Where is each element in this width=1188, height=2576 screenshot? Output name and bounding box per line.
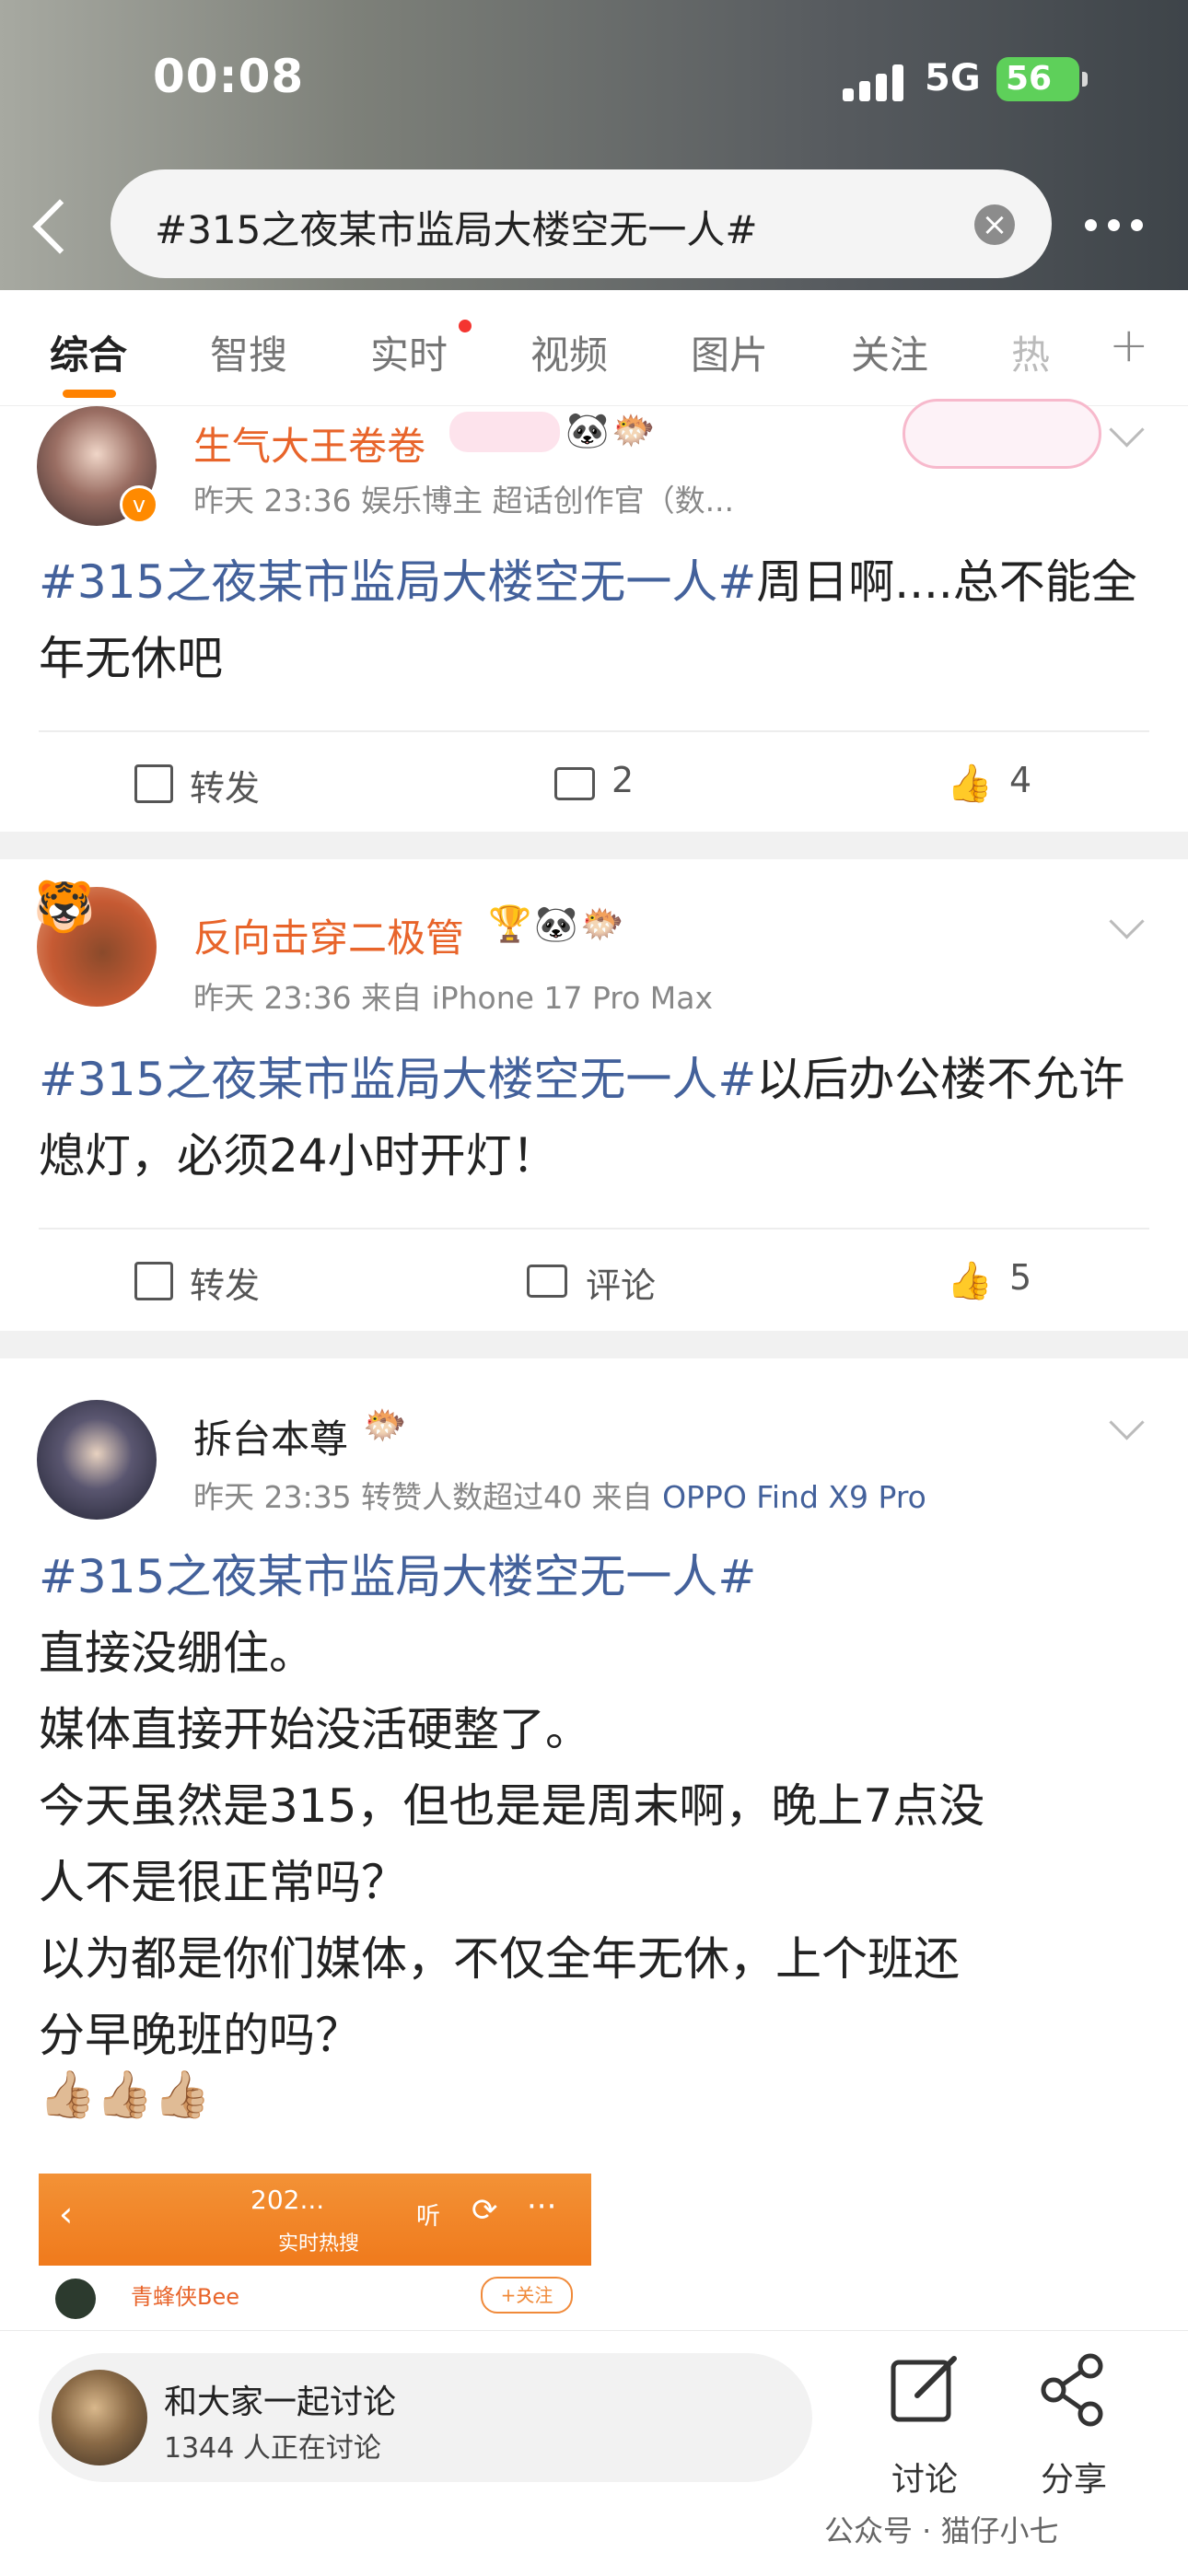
tab-comprehensive[interactable]: 综合	[50, 324, 127, 380]
like-icon[interactable]: 👍	[947, 1259, 993, 1302]
repost-icon[interactable]	[134, 1262, 173, 1300]
embed-subtitle: 实时热搜	[278, 2232, 360, 2255]
topic-link[interactable]: #315之夜某市监局大楼空无一人#	[39, 555, 756, 609]
tab-realtime[interactable]: 实时	[370, 324, 448, 380]
battery-icon: 56	[996, 57, 1088, 101]
topic-link[interactable]: #315之夜某市监局大楼空无一人#	[39, 1053, 756, 1106]
comment-icon[interactable]	[527, 1265, 567, 1298]
feed-separator	[0, 832, 1188, 859]
embed-follow-button: +关注	[481, 2277, 573, 2314]
username[interactable]: 拆台本尊	[193, 1408, 348, 1464]
search-query: #315之夜某市监局大楼空无一人#	[155, 207, 758, 252]
feed-separator	[0, 1331, 1188, 1358]
signal-icon	[843, 63, 909, 101]
repost-icon[interactable]	[134, 764, 173, 803]
vip-badge-icon: 🏆	[488, 903, 532, 944]
tab-smart-search[interactable]: 智搜	[210, 324, 287, 380]
chevron-down-icon[interactable]	[1109, 903, 1145, 939]
tab-following[interactable]: 关注	[851, 324, 928, 380]
comment-icon[interactable]	[554, 767, 595, 800]
decoration-cloud-icon	[903, 399, 1101, 469]
like-count[interactable]: 4	[1009, 760, 1031, 800]
post-text: #315之夜某市监局大楼空无一人#周日啊....总不能全年无休吧	[39, 544, 1153, 697]
add-tab-icon[interactable]: +	[1109, 318, 1149, 373]
embed-row: 青蜂侠Bee +关注	[39, 2266, 591, 2330]
join-discussion-button[interactable]: 和大家一起讨论 1344 人正在讨论	[39, 2353, 812, 2482]
post-card[interactable]: v 生气大王卷卷 🐼 🐡 昨天 23:36 娱乐博主 超话创作官（数... #3…	[0, 399, 1188, 830]
discussion-avatar	[52, 2370, 147, 2465]
post-time: 昨天 23:35 转赞人数超过40 来自	[193, 1479, 663, 1515]
post-line: 分早晚班的吗？	[39, 2009, 361, 2062]
post-line: 媒体直接开始没活硬整了。	[39, 1703, 591, 1756]
avatar[interactable]	[37, 1400, 157, 1520]
tab-hot[interactable]: 热	[1011, 324, 1050, 380]
like-count[interactable]: 5	[1009, 1257, 1031, 1298]
embed-username: 青蜂侠Bee	[131, 2284, 239, 2310]
active-tab-indicator	[63, 390, 116, 398]
bottom-bar: 和大家一起讨论 1344 人正在讨论 讨论 分享 公众号 · 猫仔小七	[0, 2330, 1188, 2576]
watermark: 公众号 · 猫仔小七	[824, 2513, 1059, 2548]
like-icon[interactable]: 👍	[947, 762, 993, 805]
puffer-fish-icon: 🐡	[363, 1405, 407, 1445]
fan-badge-icon	[449, 412, 560, 452]
post-line: 今天虽然是315，但也是是周末啊，晚上7点没	[39, 1779, 985, 1833]
post-time: 昨天 23:36 来自	[193, 980, 432, 1016]
chevron-down-icon[interactable]	[1109, 1405, 1145, 1440]
comment-label[interactable]: 评论	[586, 1257, 656, 1308]
repost-label[interactable]: 转发	[190, 760, 260, 810]
embed-more-icon: ···	[527, 2188, 557, 2225]
discussion-title: 和大家一起讨论	[164, 2384, 397, 2421]
post-meta: 昨天 23:36 来自 iPhone 17 Pro Max	[193, 973, 713, 1018]
panda-icon: 🐼	[565, 410, 610, 450]
discussion-count: 1344 人正在讨论	[164, 2432, 381, 2465]
status-time: 00:08	[153, 50, 305, 103]
tab-bar: 综合 智搜 实时 视频 图片 关注 热 +	[0, 290, 1188, 406]
puffer-fish-icon: 🐡	[580, 903, 624, 944]
puffer-fish-icon: 🐡	[611, 410, 656, 450]
embed-back-icon: ‹	[59, 2194, 74, 2234]
network-type: 5G	[925, 57, 981, 99]
panda-icon: 🐼	[534, 903, 578, 944]
chevron-down-icon[interactable]	[1109, 412, 1145, 448]
post-meta: 昨天 23:35 转赞人数超过40 来自 OPPO Find X9 Pro	[193, 1473, 926, 1517]
edit-icon	[891, 2356, 957, 2422]
device-link[interactable]: OPPO Find X9 Pro	[662, 1479, 926, 1515]
tab-images[interactable]: 图片	[691, 324, 768, 380]
verified-badge-icon: v	[120, 485, 158, 524]
battery-level: 56	[1006, 60, 1053, 98]
post-text: #315之夜某市监局大楼空无一人#以后办公楼不允许熄灯，必须24小时开灯！	[39, 1042, 1153, 1195]
top-bar: 00:08 5G 56 #315之夜某市监局大楼空无一人# ×	[0, 0, 1188, 290]
username[interactable]: 反向击穿二极管	[193, 907, 464, 963]
post-text: #315之夜某市监局大楼空无一人# 直接没绷住。 媒体直接开始没活硬整了。 今天…	[39, 1539, 1153, 2074]
repost-label[interactable]: 转发	[190, 1257, 260, 1308]
post-meta: 昨天 23:36 娱乐博主 超话创作官（数...	[193, 483, 735, 519]
topic-link[interactable]: #315之夜某市监局大楼空无一人#	[39, 1539, 1153, 1615]
share-icon	[1041, 2353, 1103, 2427]
embed-search-icon: ⟳	[472, 2192, 498, 2229]
divider	[39, 1228, 1149, 1230]
device-label: iPhone 17 Pro Max	[431, 980, 714, 1016]
embed-title: 202...	[250, 2185, 325, 2215]
clear-icon[interactable]: ×	[974, 204, 1015, 245]
tiger-pendant-icon: 🐯	[33, 878, 96, 936]
new-dot-badge	[459, 320, 472, 332]
share-label: 分享	[1040, 2461, 1107, 2499]
embed-avatar	[55, 2279, 96, 2319]
discuss-label: 讨论	[891, 2461, 958, 2499]
post-line: 直接没绷住。	[39, 1626, 315, 1680]
post-image[interactable]: ‹ 202... 实时热搜 听 ⟳ ··· 青蜂侠Bee +关注	[39, 2174, 591, 2330]
comment-count[interactable]: 2	[611, 760, 634, 800]
back-icon[interactable]	[28, 189, 74, 262]
tab-video[interactable]: 视频	[530, 324, 608, 380]
post-line: 人不是很正常吗？	[39, 1856, 407, 1909]
divider	[39, 730, 1149, 732]
username[interactable]: 生气大王卷卷	[193, 415, 425, 472]
post-card[interactable]: 🐯 反向击穿二极管 🏆 🐼 🐡 昨天 23:36 来自 iPhone 17 Pr…	[0, 859, 1188, 1329]
search-input[interactable]: #315之夜某市监局大楼空无一人# ×	[111, 169, 1052, 278]
embed-listen-icon: 听	[416, 2203, 441, 2231]
embed-header: ‹ 202... 实时热搜 听 ⟳ ···	[39, 2174, 591, 2266]
post-line: 以为都是你们媒体，不仅全年无休，上个班还	[39, 1932, 960, 1986]
more-icon[interactable]	[1085, 219, 1154, 234]
thumbs-up-emoji: 👍🏼👍🏼👍🏼	[39, 2068, 211, 2121]
